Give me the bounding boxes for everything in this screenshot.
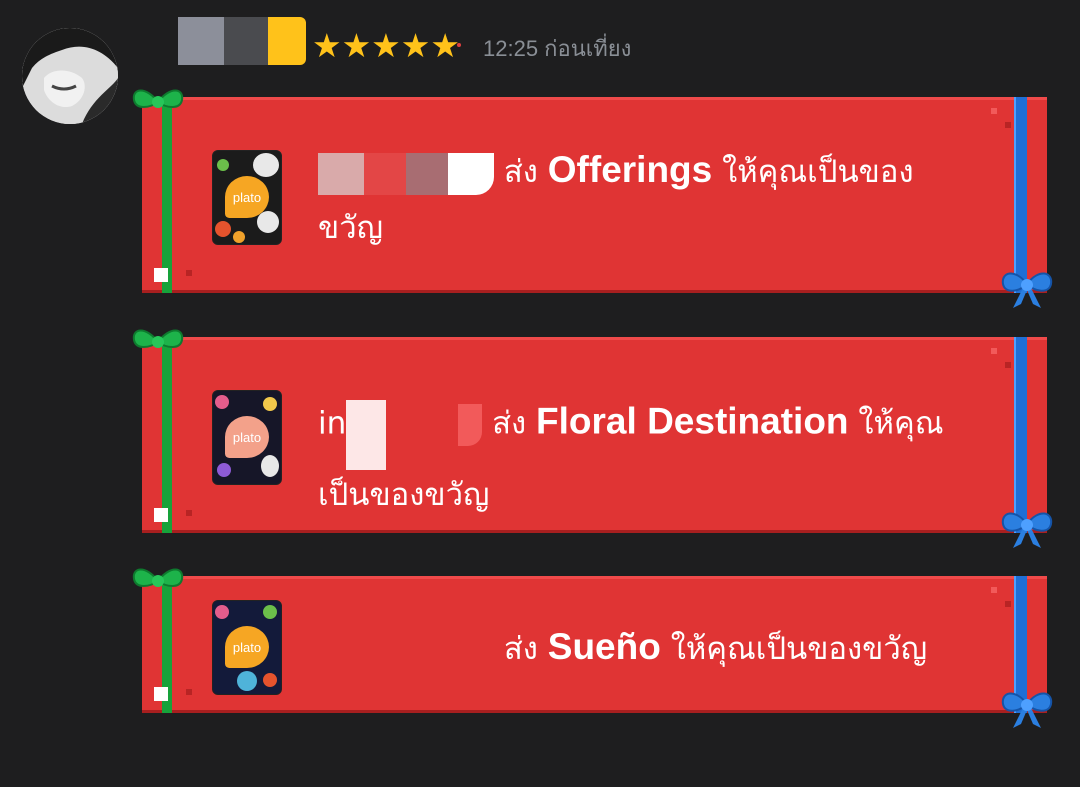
decor-pixel	[991, 108, 997, 114]
gift-suffix: ให้คุณ	[858, 405, 944, 442]
gift-card-thumbnail[interactable]: plato	[212, 390, 282, 485]
blue-ribbon	[1014, 97, 1027, 293]
blue-bow-icon	[1001, 692, 1053, 728]
gift-message-thread: ★★★★★ 12:25 ก่อนเที่ยง plato ส่ง Offerin…	[0, 0, 1080, 787]
gift-card-message[interactable]: plato ส่ง Sueño ให้คุณเป็นของขวัญ	[132, 568, 1053, 728]
gift-card-thumbnail[interactable]: plato	[212, 600, 282, 695]
green-ribbon	[162, 97, 172, 293]
decor-pixel	[1005, 362, 1011, 368]
gift-description: ส่ง Sueño ให้คุณเป็นของขวัญ	[318, 616, 1007, 680]
decor-pixel	[186, 510, 192, 516]
sends-label: ส่ง	[503, 154, 538, 190]
plato-logo: plato	[225, 416, 269, 458]
username-redacted[interactable]	[148, 17, 306, 65]
gift-description: in ส่ง Floral Destination ให้คุณ เป็นของ…	[318, 380, 1007, 526]
gift-suffix-continued: เป็นของขวัญ	[318, 477, 490, 513]
green-bow-icon	[132, 329, 184, 348]
decor-pixel	[154, 268, 168, 282]
decor-pixel	[991, 348, 997, 354]
sender-redacted	[346, 400, 387, 470]
gift-title: Offerings	[547, 149, 713, 190]
redaction-block	[268, 17, 306, 65]
gift-title: Floral Destination	[536, 400, 849, 442]
gift-card-message[interactable]: plato in ส่ง Floral Destination ให้คุณ เ…	[132, 329, 1053, 548]
blue-bow-icon	[1001, 272, 1053, 308]
gift-title: Sueño	[547, 626, 661, 667]
green-ribbon	[162, 337, 172, 533]
sends-label: ส่ง	[503, 631, 538, 667]
gift-description: ส่ง Offerings ให้คุณเป็นของ ขวัญ	[318, 139, 1007, 259]
plato-logo: plato	[225, 176, 269, 218]
rating-stars: ★★★★★	[312, 26, 460, 65]
separator-dot	[457, 43, 461, 47]
message-timestamp: 12:25 ก่อนเที่ยง	[483, 36, 632, 61]
sender-redacted	[318, 629, 494, 672]
decor-pixel	[154, 508, 168, 522]
plato-logo: plato	[225, 626, 269, 668]
redaction-block	[178, 17, 224, 65]
sender-name-partial: in	[318, 405, 347, 442]
decor-pixel	[1005, 601, 1011, 607]
gift-card-thumbnail[interactable]: plato	[212, 150, 282, 245]
decor-pixel	[1005, 122, 1011, 128]
gift-card-message[interactable]: plato ส่ง Offerings ให้คุณเป็นของ ขวัญ	[132, 89, 1053, 308]
user-avatar[interactable]	[22, 28, 118, 124]
gift-suffix-continued: ขวัญ	[318, 210, 384, 246]
decor-pixel	[991, 587, 997, 593]
gift-suffix: ให้คุณเป็นของ	[722, 154, 914, 190]
sends-label: ส่ง	[492, 405, 527, 442]
decor-pixel	[186, 689, 192, 695]
blue-ribbon	[1014, 337, 1027, 533]
blue-bow-icon	[1001, 512, 1053, 548]
redaction-block	[224, 17, 268, 65]
gift-suffix: ให้คุณเป็นของขวัญ	[670, 631, 928, 667]
green-bow-icon	[132, 568, 184, 587]
green-bow-icon	[132, 89, 184, 108]
sender-redacted	[318, 152, 364, 195]
decor-pixel	[186, 270, 192, 276]
decor-pixel	[154, 687, 168, 701]
